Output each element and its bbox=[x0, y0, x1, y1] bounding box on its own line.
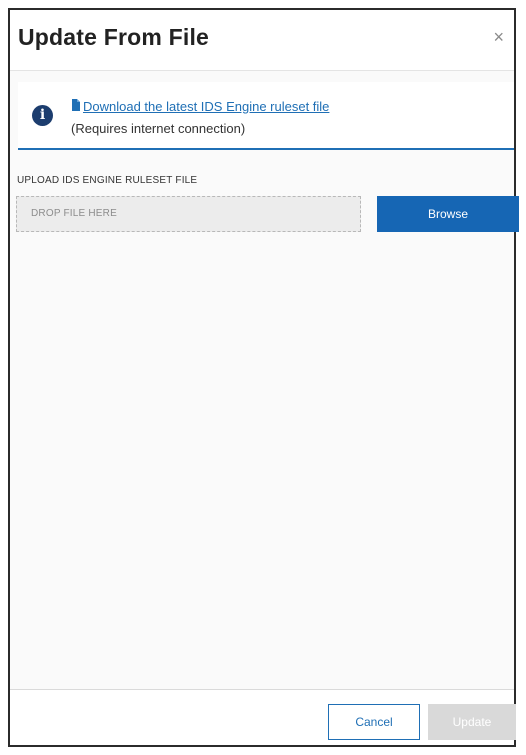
update-button[interactable]: Update bbox=[428, 704, 516, 740]
file-icon bbox=[72, 99, 80, 111]
download-ruleset-link[interactable]: Download the latest IDS Engine ruleset f… bbox=[83, 99, 329, 114]
download-row: Download the latest IDS Engine ruleset f… bbox=[71, 99, 329, 114]
file-drop-zone[interactable]: DROP FILE HERE bbox=[16, 196, 361, 232]
requires-internet-text: (Requires internet connection) bbox=[71, 121, 246, 136]
browse-button[interactable]: Browse bbox=[377, 196, 519, 232]
close-icon[interactable]: × bbox=[493, 27, 504, 47]
update-from-file-dialog: Update From File × i Download the latest… bbox=[8, 8, 519, 747]
dialog-title: Update From File bbox=[18, 24, 210, 50]
info-icon: i bbox=[32, 105, 53, 126]
info-panel: i Download the latest IDS Engine ruleset… bbox=[18, 82, 514, 150]
dialog-footer: Cancel Update bbox=[10, 689, 516, 745]
dialog-header: Update From File × bbox=[10, 10, 514, 71]
cancel-button[interactable]: Cancel bbox=[328, 704, 420, 740]
upload-section-label: UPLOAD IDS ENGINE RULESET FILE bbox=[17, 175, 198, 186]
